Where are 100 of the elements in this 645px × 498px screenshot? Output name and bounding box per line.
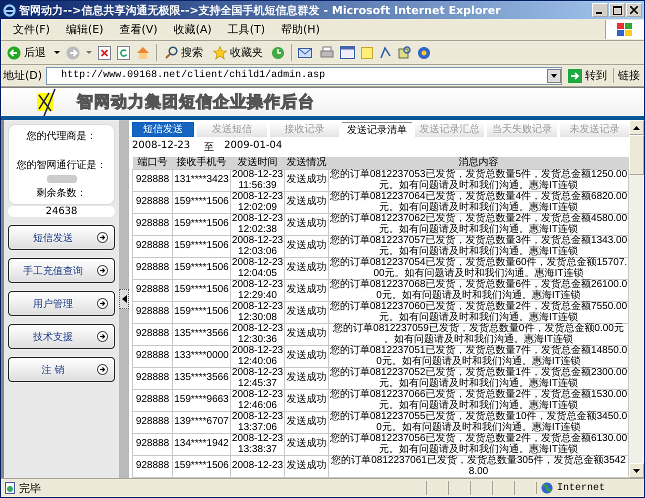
table-cell: 928888 [132, 236, 172, 258]
table-cell: 131****3423 [172, 170, 230, 192]
refresh-icon[interactable] [117, 46, 130, 60]
arrow-circle-icon [97, 331, 108, 342]
close-button[interactable] [626, 3, 642, 17]
table-cell: 发送成功 [284, 236, 328, 258]
back-button[interactable]: 后退 [5, 45, 48, 60]
menu-item[interactable]: 编辑(E) [58, 22, 112, 37]
back-arrow-icon [7, 46, 21, 60]
sidebar-button[interactable]: 用户管理 [8, 291, 115, 316]
column-header: 发送情况 [284, 157, 328, 170]
scroll-up-icon[interactable] [633, 126, 640, 130]
table-cell: 您的订单0812237059已发货，发货总数量0件，发货总金额0.00元。如有问题请及时和我们沟通。惠海IT连锁 [328, 324, 628, 346]
remaining-count: 24638 [8, 206, 115, 217]
table-cell: 发送成功 [284, 170, 328, 192]
table-cell: 133****0000 [172, 346, 230, 368]
table-cell: 135****3566 [172, 368, 230, 390]
favorites-button[interactable]: 收藏夹 [211, 45, 265, 60]
browser-logo-icon [3, 4, 16, 16]
sidebar-button[interactable]: 技术支援 [8, 324, 115, 349]
scrollbar[interactable] [629, 120, 644, 478]
table-cell: 您的订单0812237060已发货，发货总数量2件，发货总金额7550.00元。如有问题请及时和我们沟通。惠海IT连锁 [328, 302, 628, 324]
table-cell: 发送成功 [284, 302, 328, 324]
start-date: 2008-12-23 [132, 140, 190, 153]
table-cell: 159****1506 [172, 214, 230, 236]
minimize-button[interactable] [592, 3, 608, 17]
collapse-handle[interactable] [119, 289, 129, 309]
table-cell: 2008-12-23 11:56:39 [230, 170, 284, 192]
history-icon[interactable] [271, 46, 285, 60]
table-cell: 928888 [132, 456, 172, 478]
tab[interactable]: 发送记录清单 [342, 122, 412, 137]
table-cell: 159****9663 [172, 390, 230, 412]
table-cell: 您的订单0812237061已发货，发货总数量305件，发货总金额35428.00 [328, 456, 628, 478]
table-cell: 928888 [132, 302, 172, 324]
remaining-label: 剩余条数： [36, 187, 86, 200]
table-cell: 2008-12-23 12:02:38 [230, 214, 284, 236]
search-button[interactable]: 搜索 [163, 45, 205, 60]
table-cell: 发送成功 [284, 214, 328, 236]
table-cell: 您的订单0812237055已发货，发货总数量10件，发货总金额3450.00元。如有问题请及时和我们沟通。惠海IT连锁 [328, 412, 628, 434]
table-cell: 2008-12-23 13:37:06 [230, 412, 284, 434]
table-cell: 您的订单0812237051已发货，发货总数量7件，发货总金额14850.00元。如有问题请及时和我们沟通。惠海IT连锁 [328, 346, 628, 368]
table-cell: 发送成功 [284, 280, 328, 302]
arrow-circle-icon [97, 298, 108, 309]
menu-item[interactable]: 收藏(A) [166, 22, 220, 37]
table-cell: 928888 [132, 192, 172, 214]
column-header: 端口号 [132, 157, 172, 170]
table-cell: 2008-12-23 12:03:06 [230, 236, 284, 258]
printer-icon[interactable] [320, 46, 334, 59]
table-cell: 您的订单0812237066已发货，发货总数量2件，发货总金额1530.00元。如有问题请及时和我们沟通。惠海IT连锁 [328, 390, 628, 412]
table-cell: 135****3566 [172, 324, 230, 346]
window-title: 智网动力-->信息共享沟通无极限-->支持全国手机短信息群发 - Microsoft Internet Explorer [19, 2, 502, 18]
menu-item[interactable]: 文件(F) [5, 22, 58, 37]
mail-icon[interactable] [298, 46, 314, 58]
dropdown-caret-icon[interactable] [54, 50, 60, 54]
table-cell: 928888 [132, 214, 172, 236]
links-button[interactable]: 链接 [613, 68, 642, 83]
column-header: 接收手机号 [172, 157, 230, 170]
date-separator: 至 [204, 141, 214, 154]
menu-item[interactable]: 查看(V) [111, 22, 166, 37]
page-icon [4, 482, 16, 494]
maximize-icon [612, 6, 622, 14]
table-cell: 发送成功 [284, 456, 328, 478]
end-date: 2009-01-04 [224, 140, 282, 153]
search-icon [165, 46, 178, 59]
passport-label: 您的智网通行证是： [16, 158, 106, 172]
table-cell: 2008-12-23 12:04:05 [230, 258, 284, 280]
table-cell: 您的订单0812237053已发货，发货总数量5件，发货总金额1250.00元。如有问题请及时和我们沟通。惠海IT连锁 [328, 170, 628, 192]
arrow-circle-icon [97, 364, 108, 375]
table-cell: 您的订单0812237062已发货，发货总数量2件，发货总金额4580.00元。如有问题请及时和我们沟通。惠海IT连锁 [328, 214, 628, 236]
table-cell: 928888 [132, 280, 172, 302]
go-button[interactable]: 转到 [566, 68, 609, 83]
table-cell: 发送成功 [284, 192, 328, 214]
table-cell: 发送成功 [284, 390, 328, 412]
scroll-down-icon[interactable] [633, 468, 640, 472]
table-cell: 发送成功 [284, 434, 328, 456]
sidebar-button[interactable]: 注 销 [8, 357, 115, 382]
table-cell: 发送成功 [284, 258, 328, 280]
sidebar-button[interactable]: 短信发送 [8, 225, 115, 250]
maximize-button[interactable] [609, 3, 625, 17]
table-cell: 2008-12-23 12:30:08 [230, 302, 284, 324]
table-cell: 134****1942 [172, 434, 230, 456]
table-cell: 159****1506 [172, 280, 230, 302]
globe-icon [541, 482, 553, 494]
table-cell: 928888 [132, 324, 172, 346]
table-cell: 您的订单0812237064已发货，发货总数量4件，发货总金额6820.00元。如有问题请及时和我们沟通。惠海IT连锁 [328, 192, 628, 214]
table-cell: 2008-12-23 12:02:09 [230, 192, 284, 214]
menu-item[interactable]: 工具(T) [220, 22, 273, 37]
sidebar-button[interactable]: 手工充值查询 [8, 258, 115, 283]
address-field[interactable]: http://www.09168.net/client/child1/admin.asp [46, 66, 562, 84]
dropdown-caret-icon[interactable] [547, 68, 561, 82]
go-arrow-icon [568, 68, 582, 82]
scrollbar-thumb[interactable] [629, 135, 644, 175]
table-cell: 2008-12-23 [230, 456, 284, 478]
table-cell: 2008-12-23 12:45:37 [230, 368, 284, 390]
table-cell: 2008-12-23 13:38:37 [230, 434, 284, 456]
stop-icon[interactable] [98, 46, 111, 60]
arrow-circle-icon [97, 232, 108, 243]
table-cell: 2008-12-23 12:40:06 [230, 346, 284, 368]
menu-item[interactable]: 帮助(H) [273, 22, 328, 37]
address-label: 地址(D) [3, 68, 42, 83]
